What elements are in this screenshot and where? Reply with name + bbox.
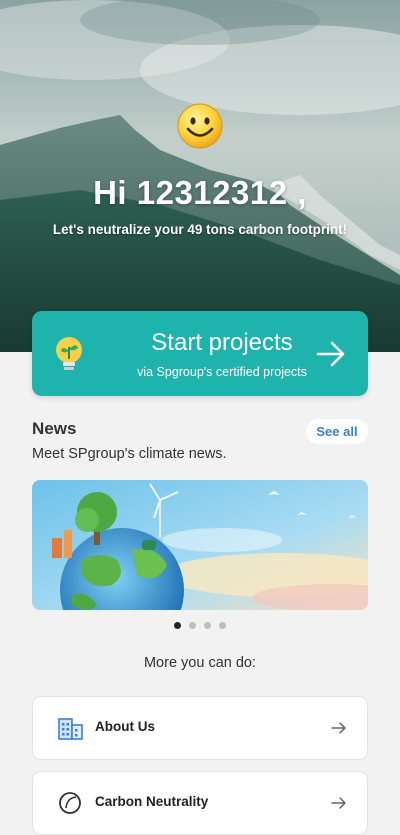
news-description: Meet SPgroup's climate news. <box>32 446 227 462</box>
earth-illustration <box>32 480 368 610</box>
see-all-button[interactable]: See all <box>306 419 368 444</box>
news-heading: News <box>32 419 77 438</box>
carousel-dot[interactable] <box>189 622 196 629</box>
more-heading: More you can do: <box>143 655 257 671</box>
news-banner-image[interactable] <box>32 480 368 610</box>
carousel-dot[interactable] <box>219 622 226 629</box>
leaf-icon <box>59 792 81 814</box>
carbon-footprint-subtitle: Let's neutralize your 49 tons carbon foo… <box>52 222 348 237</box>
arrow-right-icon <box>331 722 346 734</box>
arrow-right-icon <box>316 341 345 367</box>
start-projects-title: Start projects <box>151 329 293 356</box>
carousel-dot[interactable] <box>174 622 181 629</box>
carbon-neutrality-item[interactable]: Carbon Neutrality <box>32 771 368 835</box>
carousel-dot[interactable] <box>204 622 211 629</box>
hero-header: Hi 12312312 , Let's neutralize your 49 t… <box>0 0 400 352</box>
building-icon <box>58 718 83 740</box>
carbon-neutrality-label: Carbon Neutrality <box>95 794 209 809</box>
greeting-title: Hi 12312312 , <box>93 174 307 211</box>
start-projects-subtitle: via Spgroup's certified projects <box>137 365 307 379</box>
smiley-icon <box>177 103 223 149</box>
about-us-label: About Us <box>95 719 155 734</box>
about-us-item[interactable]: About Us <box>32 696 368 760</box>
lightbulb-leaf-icon <box>56 337 82 370</box>
start-projects-button[interactable]: Start projects via Spgroup's certified p… <box>32 311 368 396</box>
arrow-right-icon <box>331 797 346 809</box>
